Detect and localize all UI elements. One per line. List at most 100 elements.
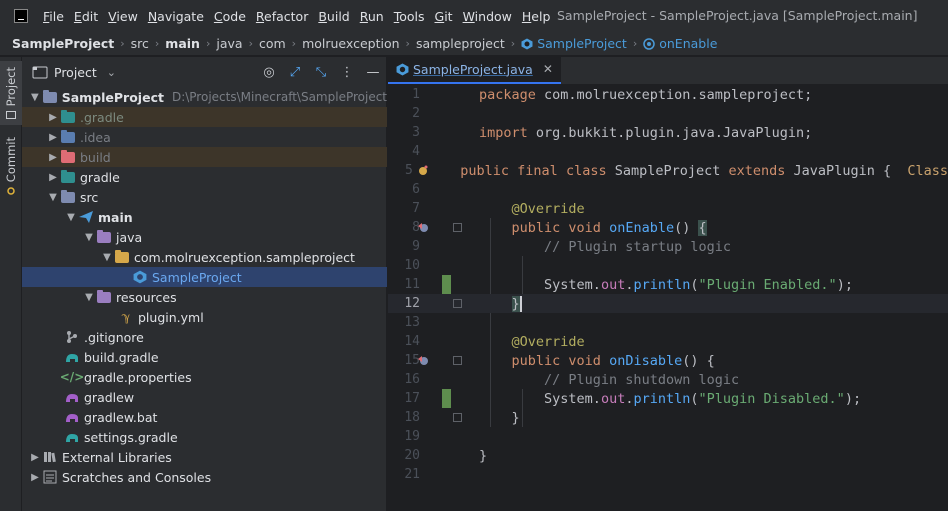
- fold-icon[interactable]: [453, 413, 462, 422]
- breadcrumb-method[interactable]: onEnable: [643, 36, 717, 51]
- code-area[interactable]: 1 package com.molruexception.sampleproje…: [388, 85, 948, 511]
- code-line[interactable]: 11 System.out.println("Plugin Enabled.")…: [388, 275, 948, 294]
- code-line[interactable]: 7 @Override: [388, 199, 948, 218]
- menu-git[interactable]: Git: [430, 9, 458, 24]
- menu-build[interactable]: Build: [313, 9, 354, 24]
- code-line[interactable]: 19: [388, 427, 948, 446]
- breadcrumb-molruexception[interactable]: molruexception: [302, 36, 399, 51]
- code-line[interactable]: 18 }: [388, 408, 948, 427]
- menu-tools[interactable]: Tools: [389, 9, 430, 24]
- expand-all-icon[interactable]: ⤢: [282, 65, 308, 80]
- collapse-all-icon[interactable]: ⤡: [308, 65, 334, 80]
- fold-icon[interactable]: [453, 223, 462, 232]
- tool-tab-commit[interactable]: Commit: [0, 137, 22, 203]
- code-line[interactable]: 16 // Plugin shutdown logic: [388, 370, 948, 389]
- code-line-current[interactable]: 12 }: [388, 294, 948, 313]
- close-icon[interactable]: ✕: [543, 62, 553, 76]
- breadcrumb-project[interactable]: SampleProject: [12, 36, 114, 51]
- editor-tab-sampleproject[interactable]: SampleProject.java ✕: [388, 56, 561, 84]
- code-line[interactable]: 21: [388, 465, 948, 484]
- menu-code[interactable]: Code: [209, 9, 251, 24]
- breadcrumb-sampleproject[interactable]: sampleproject: [416, 36, 505, 51]
- code-line[interactable]: 10: [388, 256, 948, 275]
- code-line[interactable]: 14 @Override: [388, 332, 948, 351]
- menu-help[interactable]: Help: [517, 9, 556, 24]
- changed-line-marker[interactable]: [442, 275, 451, 294]
- tool-window-strip: Project Commit: [0, 57, 22, 511]
- code-line[interactable]: 3 import org.bukkit.plugin.java.JavaPlug…: [388, 123, 948, 142]
- code-line[interactable]: 17 System.out.println("Plugin Disabled."…: [388, 389, 948, 408]
- chevron-right-icon[interactable]: ▶: [28, 472, 42, 483]
- chevron-right-icon[interactable]: ▶: [46, 112, 60, 123]
- folder-icon: [6, 111, 16, 120]
- code-line[interactable]: 20 }: [388, 446, 948, 465]
- code-line[interactable]: 8 public void onEnable() {: [388, 218, 948, 237]
- tree-item-settings-gradle[interactable]: settings.gradle: [22, 427, 387, 447]
- chevron-down-icon[interactable]: ▼: [82, 232, 96, 243]
- menu-file[interactable]: File: [38, 9, 69, 24]
- menu-navigate[interactable]: Navigate: [143, 9, 209, 24]
- tree-item-plugin-yml[interactable]: ℽ plugin.yml: [22, 307, 387, 327]
- chevron-right-icon[interactable]: ▶: [46, 132, 60, 143]
- tree-item-external-libraries[interactable]: ▶ External Libraries: [22, 447, 387, 467]
- chevron-down-icon[interactable]: ▼: [28, 92, 42, 103]
- code-line[interactable]: 4: [388, 142, 948, 161]
- code-line[interactable]: 13: [388, 313, 948, 332]
- chevron-right-icon[interactable]: ▶: [46, 172, 60, 183]
- code-line[interactable]: 9 // Plugin startup logic: [388, 237, 948, 256]
- menu-view[interactable]: View: [103, 9, 143, 24]
- tree-item-package[interactable]: ▼ com.molruexception.sampleproject: [22, 247, 387, 267]
- tree-item-dot-gradle[interactable]: ▶ .gradle: [22, 107, 387, 127]
- tree-item-gitignore[interactable]: .gitignore: [22, 327, 387, 347]
- tree-item-gradlew[interactable]: gradlew: [22, 387, 387, 407]
- tree-item-gradlew-bat[interactable]: gradlew.bat: [22, 407, 387, 427]
- tool-tab-project[interactable]: Project: [0, 61, 22, 125]
- breadcrumb-com[interactable]: com: [259, 36, 286, 51]
- chevron-down-icon[interactable]: ▼: [82, 292, 96, 303]
- tree-item-gradle-properties[interactable]: </> gradle.properties: [22, 367, 387, 387]
- gradle-wrapper-icon: [64, 390, 80, 404]
- chevron-down-icon[interactable]: ▼: [100, 252, 114, 263]
- locate-file-icon[interactable]: ◎: [256, 65, 282, 80]
- tree-item-project-root[interactable]: ▼ SampleProject D:\Projects\Minecraft\Sa…: [22, 87, 387, 107]
- menu-run[interactable]: Run: [355, 9, 389, 24]
- fold-icon[interactable]: [453, 356, 462, 365]
- breadcrumb-src[interactable]: src: [131, 36, 149, 51]
- tree-item-src[interactable]: ▼ src: [22, 187, 387, 207]
- project-view-selector[interactable]: Project: [54, 65, 97, 80]
- override-method-icon[interactable]: [416, 221, 430, 234]
- bean-icon[interactable]: [416, 164, 430, 177]
- breadcrumb-class[interactable]: SampleProject: [521, 36, 627, 51]
- java-class-icon: [396, 63, 409, 75]
- code-line[interactable]: 15 public void onDisable() {: [388, 351, 948, 370]
- code-line[interactable]: 5 public final class SampleProject exten…: [388, 161, 948, 180]
- chevron-down-icon[interactable]: ▼: [46, 192, 60, 203]
- menu-window[interactable]: Window: [458, 9, 517, 24]
- changed-line-marker[interactable]: [442, 389, 451, 408]
- breadcrumb-main[interactable]: main: [165, 36, 200, 51]
- chevron-down-icon[interactable]: ▼: [64, 212, 78, 223]
- tree-item-java[interactable]: ▼ java: [22, 227, 387, 247]
- override-method-icon[interactable]: [416, 354, 430, 367]
- code-line[interactable]: 2: [388, 104, 948, 123]
- tree-item-main[interactable]: ▼ main: [22, 207, 387, 227]
- menu-refactor[interactable]: Refactor: [251, 9, 313, 24]
- app-logo-icon[interactable]: [14, 9, 28, 23]
- minimize-icon[interactable]: —: [360, 65, 386, 80]
- tree-item-scratches[interactable]: ▶ Scratches and Consoles: [22, 467, 387, 487]
- more-options-icon[interactable]: ⋮: [334, 65, 360, 80]
- fold-icon[interactable]: [453, 299, 462, 308]
- tree-item-build-gradle[interactable]: build.gradle: [22, 347, 387, 367]
- code-line[interactable]: 6: [388, 180, 948, 199]
- chevron-down-icon[interactable]: ⌄: [107, 66, 116, 79]
- tree-item-build[interactable]: ▶ build: [22, 147, 387, 167]
- tree-item-gradle[interactable]: ▶ gradle: [22, 167, 387, 187]
- menu-edit[interactable]: Edit: [69, 9, 103, 24]
- chevron-right-icon[interactable]: ▶: [46, 152, 60, 163]
- code-line[interactable]: 1 package com.molruexception.sampleproje…: [388, 85, 948, 104]
- chevron-right-icon[interactable]: ▶: [28, 452, 42, 463]
- tree-item-resources[interactable]: ▼ resources: [22, 287, 387, 307]
- tree-item-sampleproject-class[interactable]: SampleProject: [22, 267, 387, 287]
- tree-item-idea[interactable]: ▶ .idea: [22, 127, 387, 147]
- breadcrumb-java[interactable]: java: [216, 36, 242, 51]
